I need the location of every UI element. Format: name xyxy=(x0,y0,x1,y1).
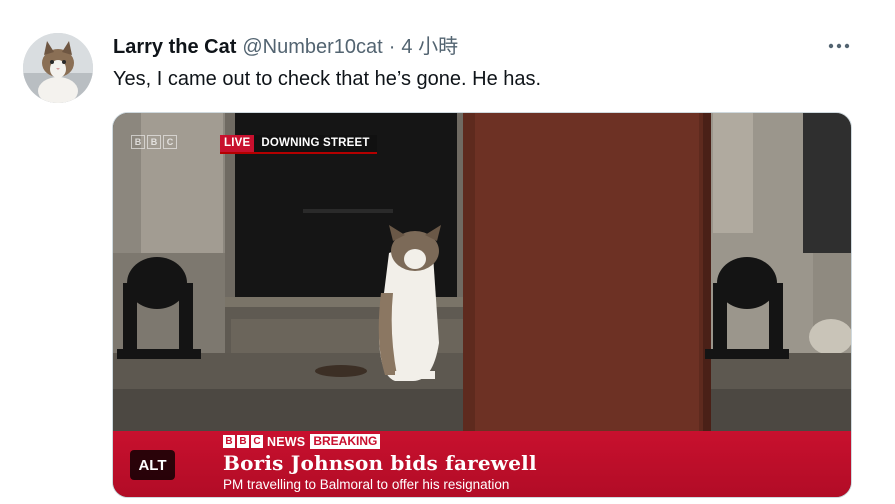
alt-text-button[interactable]: ALT xyxy=(130,450,175,480)
logo-letter: B xyxy=(223,435,235,448)
live-label: LIVE xyxy=(220,135,255,152)
user-handle[interactable]: @Number10cat xyxy=(242,35,382,59)
news-headline: Boris Johnson bids farewell xyxy=(223,451,537,475)
timestamp[interactable]: 4 小時 xyxy=(401,35,458,59)
news-lower-third: B B C NEWS BREAKING Boris Johnson bids f… xyxy=(113,431,851,497)
watermark-letter: C xyxy=(163,135,177,149)
breaking-badge: BREAKING xyxy=(310,434,381,449)
tweet-header: Larry the Cat @Number10cat · 4 小時 xyxy=(113,35,458,59)
logo-letter: B xyxy=(237,435,249,448)
more-dots-icon xyxy=(828,43,850,49)
separator-dot: · xyxy=(388,36,396,58)
bbc-news-logo: B B C xyxy=(223,435,263,448)
display-name[interactable]: Larry the Cat xyxy=(113,35,236,59)
watermark-letter: B xyxy=(147,135,161,149)
news-subline: PM travelling to Balmoral to offer his r… xyxy=(223,477,510,492)
news-brand-row: B B C NEWS BREAKING xyxy=(223,434,381,449)
cat-avatar-icon xyxy=(23,33,93,103)
tweet-card[interactable]: Larry the Cat @Number10cat · 4 小時 Yes, I… xyxy=(0,0,895,504)
news-brand: NEWS xyxy=(267,434,306,449)
tweet-media[interactable]: B B C LIVE DOWNING STREET B B C NEWS BRE… xyxy=(112,112,852,498)
live-tag: LIVE DOWNING STREET xyxy=(220,135,377,154)
more-options-button[interactable] xyxy=(823,33,855,59)
tweet-text: Yes, I came out to check that he’s gone.… xyxy=(113,68,542,90)
logo-letter: C xyxy=(251,435,263,448)
avatar[interactable] xyxy=(23,33,93,103)
bbc-watermark: B B C xyxy=(131,135,177,149)
watermark-letter: B xyxy=(131,135,145,149)
location-label: DOWNING STREET xyxy=(254,135,377,152)
